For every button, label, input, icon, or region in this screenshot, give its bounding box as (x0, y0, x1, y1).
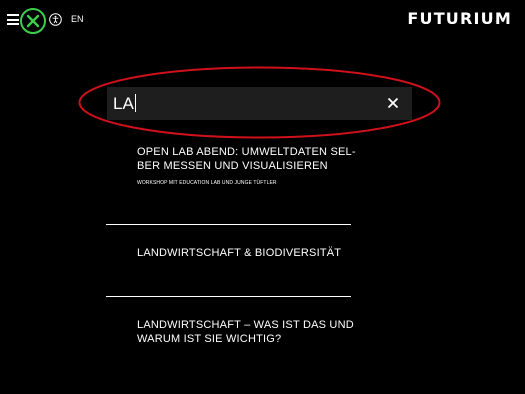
search-query-text: LA (113, 94, 134, 113)
result-title: LANDWIRTSCHAFT – WAS IST DAS UND WARUM I… (137, 319, 354, 345)
result-subtitle: WORKSHOP MIT EDUCATION LAB UND JUNGE TÜF… (137, 180, 277, 186)
search-result-item[interactable]: LANDWIRTSCHAFT & BIODIVERSITÄT (137, 246, 397, 260)
search-field[interactable]: LA (107, 87, 412, 120)
accessibility-icon[interactable] (49, 13, 62, 26)
clear-search-button[interactable] (387, 97, 399, 109)
search-result-item[interactable]: LANDWIRTSCHAFT – WAS IST DAS UND WARUM I… (137, 318, 397, 346)
close-icon (26, 14, 40, 28)
result-divider (106, 296, 351, 297)
hamburger-menu-icon[interactable] (7, 14, 19, 25)
futurium-logo[interactable]: FUTURIUM (407, 9, 512, 29)
search-close-button[interactable] (20, 8, 46, 34)
result-title: OPEN LAB ABEND: UMWELTDATEN SEL- BER MES… (137, 146, 356, 172)
result-title: LANDWIRTSCHAFT & BIODIVERSITÄT (137, 247, 342, 259)
text-caret (134, 94, 136, 112)
search-result-item[interactable]: OPEN LAB ABEND: UMWELTDATEN SEL- BER MES… (137, 145, 397, 187)
language-switch[interactable]: EN (71, 13, 84, 26)
search-input-value[interactable]: LA (113, 93, 136, 114)
result-divider (106, 224, 351, 225)
